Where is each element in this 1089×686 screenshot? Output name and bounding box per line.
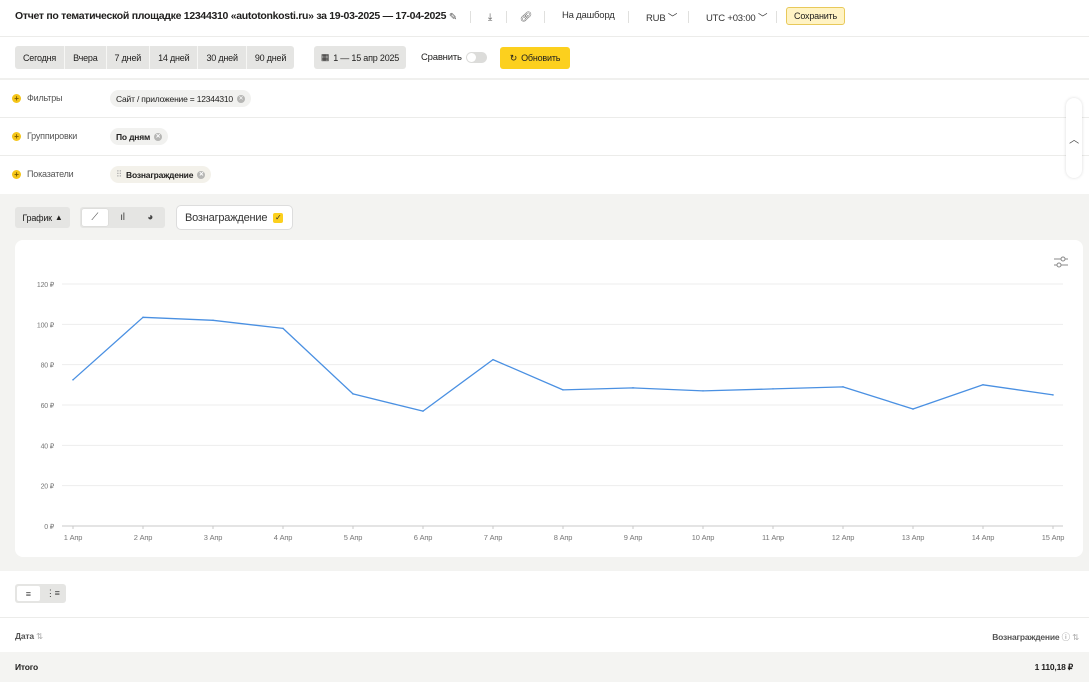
x-tick-label: 6 Апр (414, 533, 433, 542)
x-tick-label: 7 Апр (484, 533, 503, 542)
x-tick-label: 13 Апр (902, 533, 924, 542)
x-tick-label: 12 Апр (832, 533, 854, 542)
flat-view-icon[interactable]: ≡ (17, 586, 40, 601)
reward-column-label: Вознаграждение (992, 632, 1060, 642)
y-tick-label: 100 ₽ (37, 321, 55, 329)
date-column-label: Дата (15, 631, 34, 641)
table-header: Дата ⇅ Вознаграждение ⓘ ⇅ (0, 617, 1089, 652)
total-value: 1 110,18 ₽ (1034, 662, 1074, 672)
data-point (982, 384, 984, 386)
x-tick-label: 4 Апр (274, 533, 293, 542)
line-chart: 0 ₽ 20 ₽ 40 ₽ 60 ₽ 80 ₽ 100 ₽ 120 ₽ 1 Апр 2 Апр 3… (37, 281, 1065, 542)
data-point (422, 410, 424, 412)
data-point (282, 327, 284, 330)
data-point (772, 388, 774, 390)
y-tick-label: 0 ₽ (44, 523, 54, 531)
x-tick-label: 10 Апр (692, 533, 714, 542)
sort-icon[interactable]: ⇅ (36, 631, 43, 641)
x-tick-label: 8 Апр (554, 533, 573, 542)
reward-column-header[interactable]: Вознаграждение ⓘ ⇅ (992, 631, 1079, 643)
table-view-toggle: ≡ ⋮≡ (15, 584, 66, 603)
data-point (212, 319, 214, 322)
data-point (632, 387, 634, 389)
y-tick-label: 120 ₽ (37, 281, 55, 289)
x-tick-label: 1 Апр (64, 533, 83, 542)
y-tick-label: 60 ₽ (41, 402, 55, 410)
x-tick-label: 11 Апр (762, 533, 784, 542)
total-label: Итого (15, 662, 38, 672)
tree-view-icon[interactable]: ⋮≡ (42, 586, 65, 601)
data-point (912, 408, 914, 410)
x-tick-label: 14 Апр (972, 533, 994, 542)
x-tick-label: 2 Апр (134, 533, 153, 542)
sort-icon[interactable]: ⇅ (1072, 632, 1079, 642)
data-point (1052, 394, 1054, 396)
data-point (562, 389, 564, 391)
x-tick-label: 15 Апр (1042, 533, 1064, 542)
data-point (142, 316, 144, 319)
data-point (702, 390, 704, 392)
x-tick-label: 9 Апр (624, 533, 643, 542)
total-row: Итого 1 110,18 ₽ (0, 652, 1089, 682)
y-tick-label: 80 ₽ (41, 362, 55, 370)
y-tick-label: 20 ₽ (41, 483, 55, 491)
date-column-header[interactable]: Дата ⇅ (15, 631, 43, 642)
data-point (352, 393, 354, 395)
data-point (72, 378, 74, 381)
x-tick-label: 5 Апр (344, 533, 363, 542)
data-point (842, 386, 844, 388)
help-icon[interactable]: ⓘ (1062, 632, 1071, 642)
data-point (492, 358, 494, 361)
y-tick-label: 40 ₽ (41, 442, 55, 450)
x-tick-label: 3 Апр (204, 533, 223, 542)
